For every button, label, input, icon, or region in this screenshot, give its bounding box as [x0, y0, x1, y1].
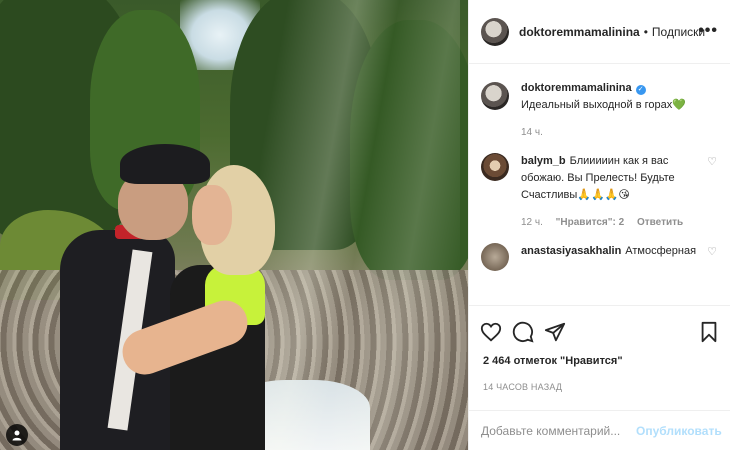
post-photo[interactable]: [0, 0, 468, 450]
post-side-panel: doktoremmamalinina • Подписки ••• doktor…: [468, 0, 730, 450]
author-avatar[interactable]: [481, 17, 509, 46]
caption-time[interactable]: 14 ч.: [521, 127, 543, 138]
caption-item: doktoremmamalinina ✓ Идеальный выходной в …: [469, 80, 730, 141]
more-options-icon[interactable]: •••: [698, 22, 718, 40]
comment-item: balym_b Блииииин как я вас обожаю. Вы Пре…: [469, 153, 730, 231]
comment-text: Атмосферная: [625, 245, 697, 257]
caption-username[interactable]: doktoremmamalinina: [521, 82, 632, 94]
comment-time[interactable]: 12 ч.: [521, 217, 543, 228]
comment-icon[interactable]: [511, 320, 535, 344]
likes-count[interactable]: 2 464 отметок "Нравится": [483, 355, 623, 367]
add-comment-bar: Опубликовать: [469, 410, 730, 450]
caption-avatar[interactable]: [481, 82, 509, 110]
comment-username[interactable]: anastasiyasakhalin: [521, 245, 621, 257]
comment-input[interactable]: [481, 423, 636, 438]
send-icon[interactable]: [543, 320, 567, 344]
comment-likes[interactable]: "Нравится": 2: [556, 217, 625, 228]
comment-like-heart-icon[interactable]: ♡: [707, 155, 717, 168]
heart-icon[interactable]: [479, 320, 503, 344]
caption-text: Идеальный выходной в горах💚: [521, 99, 686, 111]
verified-badge-icon: ✓: [635, 85, 646, 95]
photo-woman: [116, 165, 280, 450]
instagram-post: doktoremmamalinina • Подписки ••• doktor…: [0, 0, 730, 450]
following-button[interactable]: Подписки: [652, 25, 705, 39]
tagged-users-button[interactable]: [6, 424, 28, 446]
reply-button[interactable]: Ответить: [637, 217, 683, 228]
publish-button[interactable]: Опубликовать: [636, 424, 722, 438]
user-icon: [12, 430, 22, 441]
comment-avatar[interactable]: [481, 243, 509, 271]
author-username[interactable]: doktoremmamalinina: [519, 25, 640, 39]
comment-like-heart-icon[interactable]: ♡: [707, 245, 717, 258]
post-header: doktoremmamalinina • Подписки •••: [469, 0, 730, 64]
bookmark-icon[interactable]: [697, 320, 721, 344]
comment-username[interactable]: balym_b: [521, 155, 566, 167]
comment-item: anastasiyasakhalin Атмосферная ♡: [469, 243, 730, 271]
comments-list[interactable]: doktoremmamalinina ✓ Идеальный выходной в …: [469, 80, 730, 305]
comment-avatar[interactable]: [481, 153, 509, 181]
post-time[interactable]: 14 ЧАСОВ НАЗАД: [483, 382, 562, 392]
header-separator: •: [643, 24, 648, 39]
